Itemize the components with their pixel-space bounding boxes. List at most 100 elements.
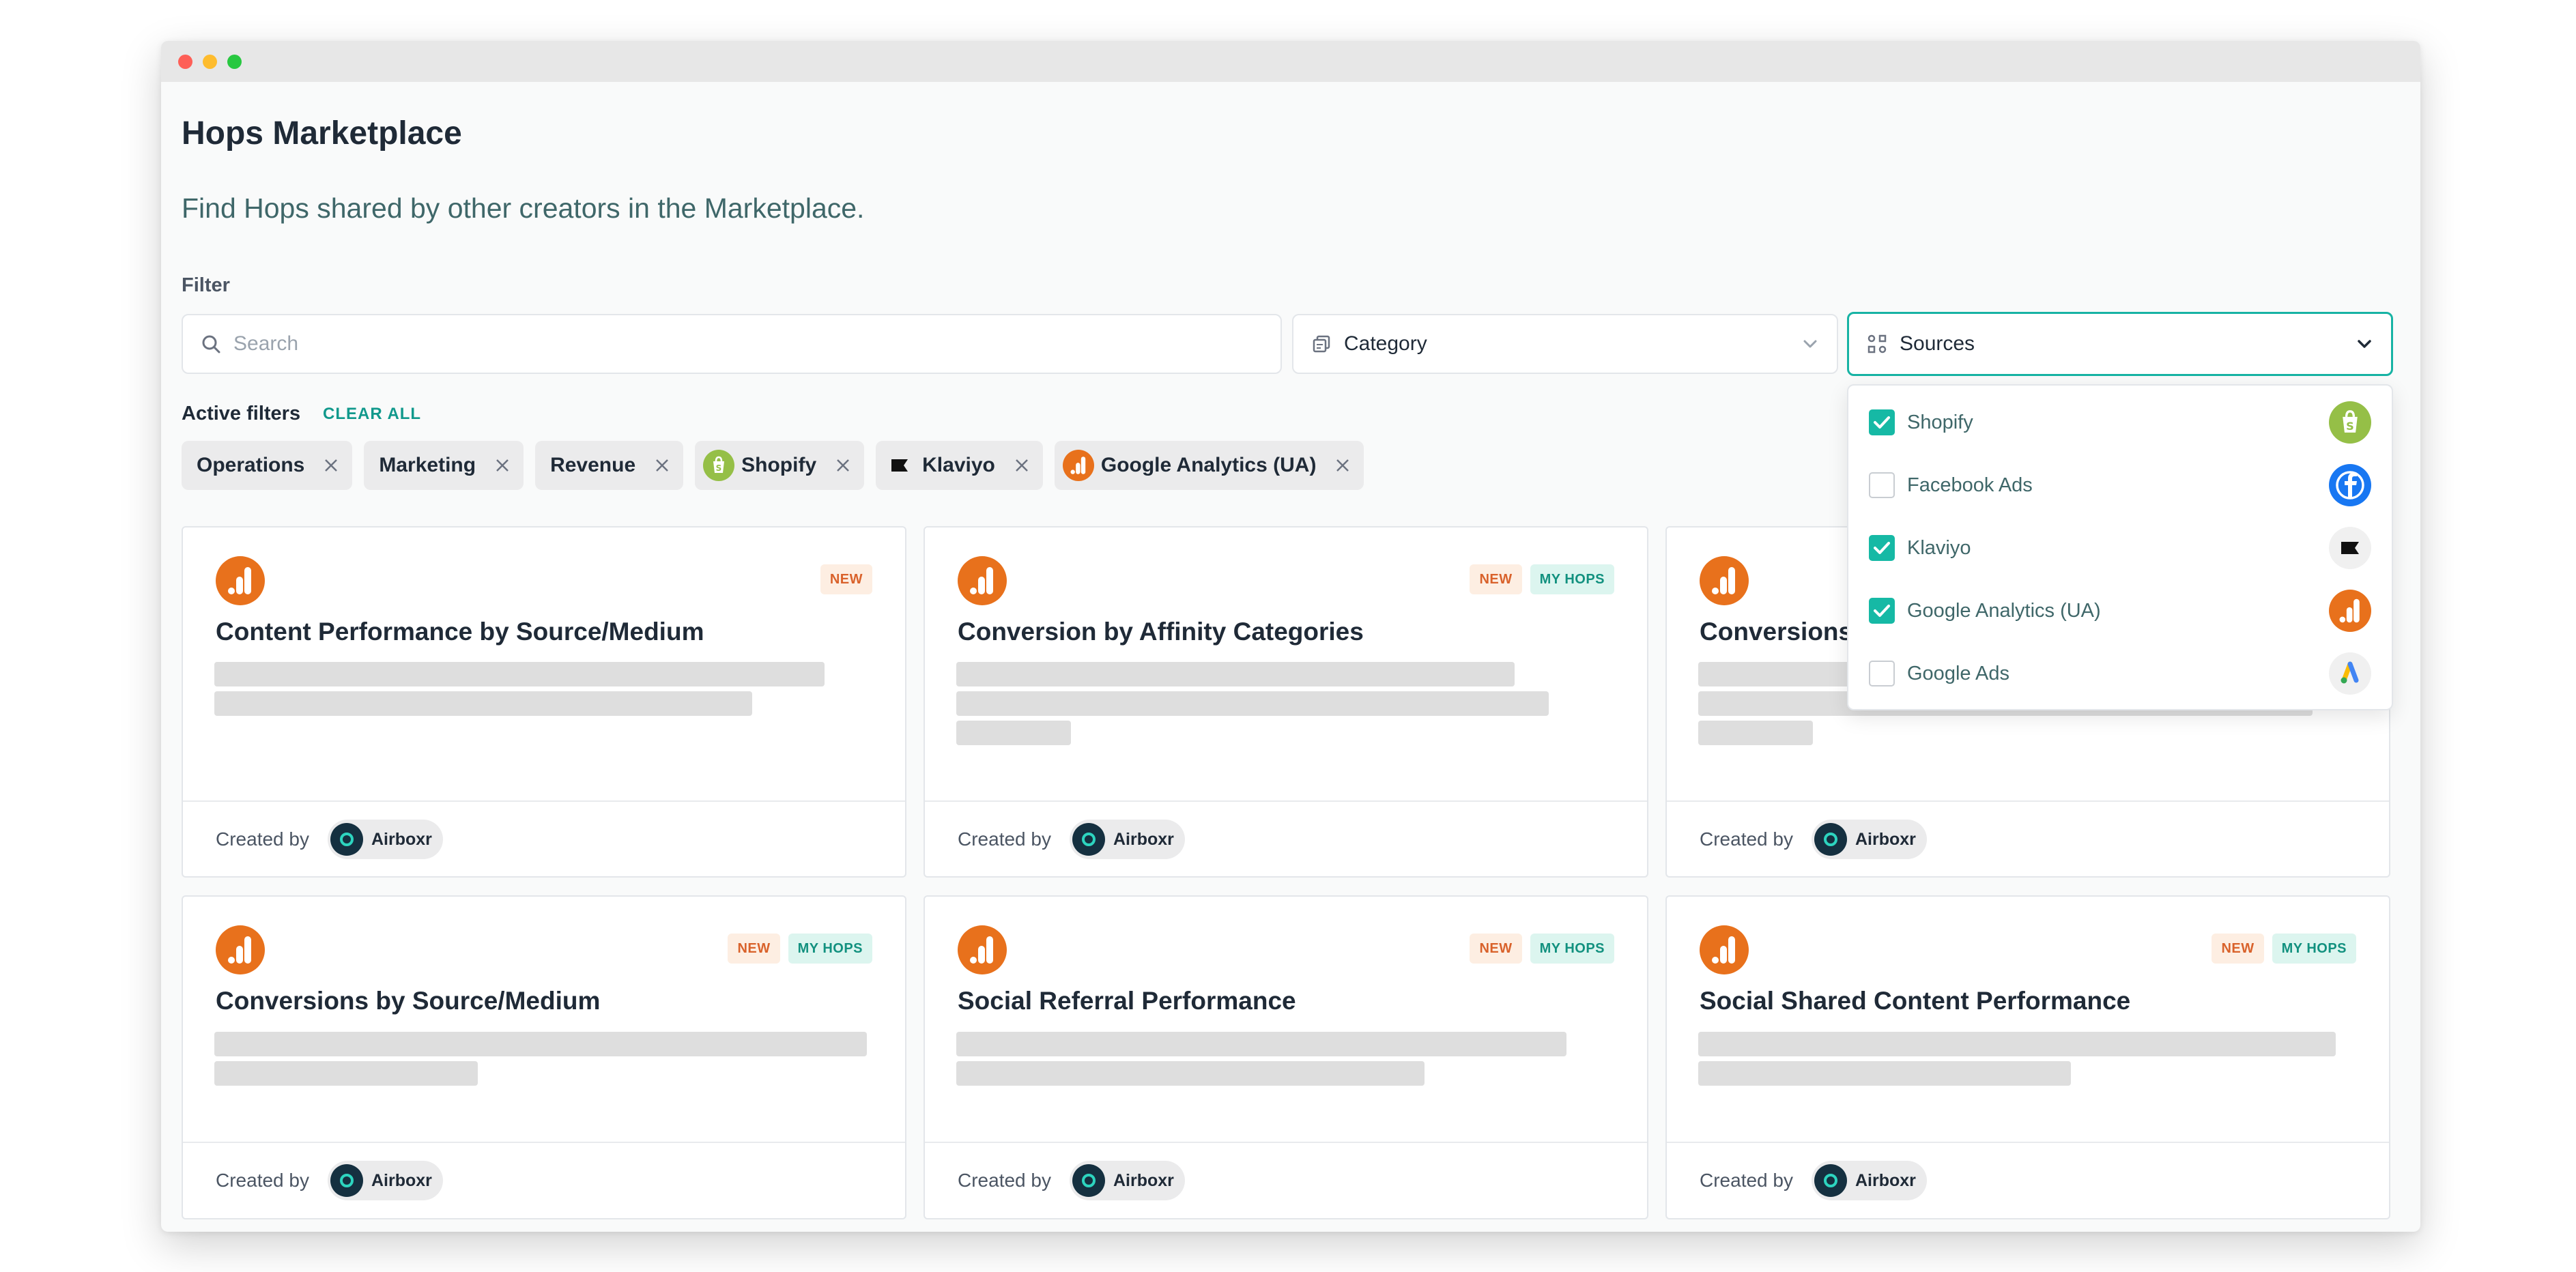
sources-dropdown-menu: Shopify S Facebook Ads Klaviyo Google An… <box>1847 384 2393 710</box>
filter-chip-marketing: Marketing <box>364 441 524 490</box>
option-label: Facebook Ads <box>1907 474 2033 496</box>
option-label: Google Analytics (UA) <box>1907 599 2101 622</box>
remove-icon[interactable] <box>1014 458 1029 473</box>
klaviyo-icon <box>884 450 915 481</box>
filter-chip-revenue: Revenue <box>535 441 684 490</box>
author-chip[interactable]: Airboxr <box>328 1161 443 1200</box>
maximize-window-button[interactable] <box>227 55 242 69</box>
created-by-label: Created by <box>958 1170 1051 1191</box>
search-icon <box>199 332 223 356</box>
source-option-google-analytics[interactable]: Google Analytics (UA) <box>1848 579 2392 642</box>
page-subtitle: Find Hops shared by other creators in th… <box>182 192 865 224</box>
checkbox-unchecked[interactable] <box>1869 472 1895 498</box>
filter-chip-klaviyo: Klaviyo <box>876 441 1043 490</box>
remove-icon[interactable] <box>1335 458 1350 473</box>
checkbox-unchecked[interactable] <box>1869 661 1895 686</box>
avatar <box>1814 823 1847 856</box>
my-hops-badge: MY HOPS <box>1530 564 1614 594</box>
svg-text:S: S <box>716 463 722 473</box>
card-title: Content Performance by Source/Medium <box>216 618 704 646</box>
source-option-klaviyo[interactable]: Klaviyo <box>1848 517 2392 579</box>
chip-label: Shopify <box>741 454 817 476</box>
google-analytics-icon <box>1062 450 1094 481</box>
filter-chip-shopify: S Shopify <box>695 441 865 490</box>
author-chip[interactable]: Airboxr <box>328 820 443 859</box>
active-filter-chips: Operations Marketing Revenue S Shopify K… <box>182 441 1364 490</box>
new-badge: NEW <box>2212 934 2264 964</box>
app-window: Hops Marketplace Find Hops shared by oth… <box>161 41 2420 1232</box>
card-divider <box>925 1142 1647 1143</box>
description-placeholder <box>214 662 825 686</box>
author-chip[interactable]: Airboxr <box>1812 820 1927 859</box>
author-chip[interactable]: Airboxr <box>1070 820 1185 859</box>
clear-all-button[interactable]: CLEAR ALL <box>323 405 421 424</box>
option-label: Shopify <box>1907 411 1973 433</box>
chip-label: Marketing <box>379 454 476 476</box>
card-divider <box>1667 1142 2389 1143</box>
sources-select[interactable]: Sources <box>1847 312 2393 376</box>
chip-label: Google Analytics (UA) <box>1100 454 1317 476</box>
card-divider <box>183 1142 905 1143</box>
card-title: Social Shared Content Performance <box>1700 987 2131 1015</box>
created-by-label: Created by <box>958 828 1051 850</box>
new-badge: NEW <box>1470 564 1522 594</box>
filter-chip-google-analytics: Google Analytics (UA) <box>1054 441 1364 490</box>
page-title: Hops Marketplace <box>182 115 462 151</box>
hop-card[interactable]: NEW MY HOPS Conversion by Affinity Categ… <box>924 526 1648 878</box>
new-badge: NEW <box>1470 934 1522 964</box>
avatar <box>330 823 363 856</box>
hop-card[interactable]: NEW MY HOPS Social Shared Content Perfor… <box>1665 895 2390 1219</box>
close-window-button[interactable] <box>178 55 192 69</box>
source-option-google-ads[interactable]: Google Ads <box>1848 642 2392 705</box>
search-input[interactable]: Search <box>182 314 1282 374</box>
created-by-label: Created by <box>216 1170 309 1191</box>
remove-icon[interactable] <box>324 458 339 473</box>
author-name: Airboxr <box>1113 1170 1174 1190</box>
filter-chip-operations: Operations <box>182 441 353 490</box>
card-divider <box>1667 800 2389 802</box>
svg-text:S: S <box>2346 420 2354 433</box>
created-by-label: Created by <box>1700 1170 1793 1191</box>
checkbox-checked[interactable] <box>1869 535 1895 561</box>
category-label: Category <box>1344 332 1427 355</box>
option-label: Klaviyo <box>1907 536 1971 559</box>
remove-icon[interactable] <box>655 458 670 473</box>
source-option-facebook-ads[interactable]: Facebook Ads <box>1848 454 2392 517</box>
my-hops-badge: MY HOPS <box>2272 934 2356 964</box>
sources-label: Sources <box>1900 332 1975 355</box>
checkbox-checked[interactable] <box>1869 598 1895 624</box>
checkbox-checked[interactable] <box>1869 409 1895 435</box>
avatar <box>1072 1164 1105 1197</box>
avatar <box>1814 1164 1847 1197</box>
hop-card[interactable]: NEW MY HOPS Conversions by Source/Medium… <box>182 895 906 1219</box>
minimize-window-button[interactable] <box>203 55 217 69</box>
hop-card[interactable]: NEW MY HOPS Social Referral Performance … <box>924 895 1648 1219</box>
remove-icon[interactable] <box>495 458 510 473</box>
card-title: Conversions by Source/Medium <box>216 987 601 1015</box>
avatar <box>1072 823 1105 856</box>
category-select[interactable]: Category <box>1292 314 1838 374</box>
card-title: Social Referral Performance <box>958 987 1296 1015</box>
search-placeholder: Search <box>233 332 299 355</box>
title-bar <box>161 41 2420 82</box>
sources-icon <box>1865 332 1889 356</box>
author-chip[interactable]: Airboxr <box>1070 1161 1185 1200</box>
description-placeholder <box>214 691 752 716</box>
avatar <box>330 1164 363 1197</box>
hop-card[interactable]: NEW Content Performance by Source/Medium… <box>182 526 906 878</box>
google-analytics-icon <box>958 925 1007 974</box>
category-icon <box>1310 332 1333 356</box>
google-analytics-icon <box>1700 556 1749 605</box>
card-divider <box>183 800 905 802</box>
description-placeholder <box>1698 1061 2071 1086</box>
shopify-icon: S <box>2329 401 2371 444</box>
chevron-down-icon <box>1799 332 1822 356</box>
source-option-shopify[interactable]: Shopify S <box>1848 391 2392 454</box>
description-placeholder <box>1698 1032 2336 1056</box>
new-badge: NEW <box>728 934 780 964</box>
author-chip[interactable]: Airboxr <box>1812 1161 1927 1200</box>
remove-icon[interactable] <box>835 458 850 473</box>
description-placeholder <box>956 691 1549 716</box>
description-placeholder <box>956 662 1515 686</box>
card-title: Conversions <box>1700 618 1853 646</box>
